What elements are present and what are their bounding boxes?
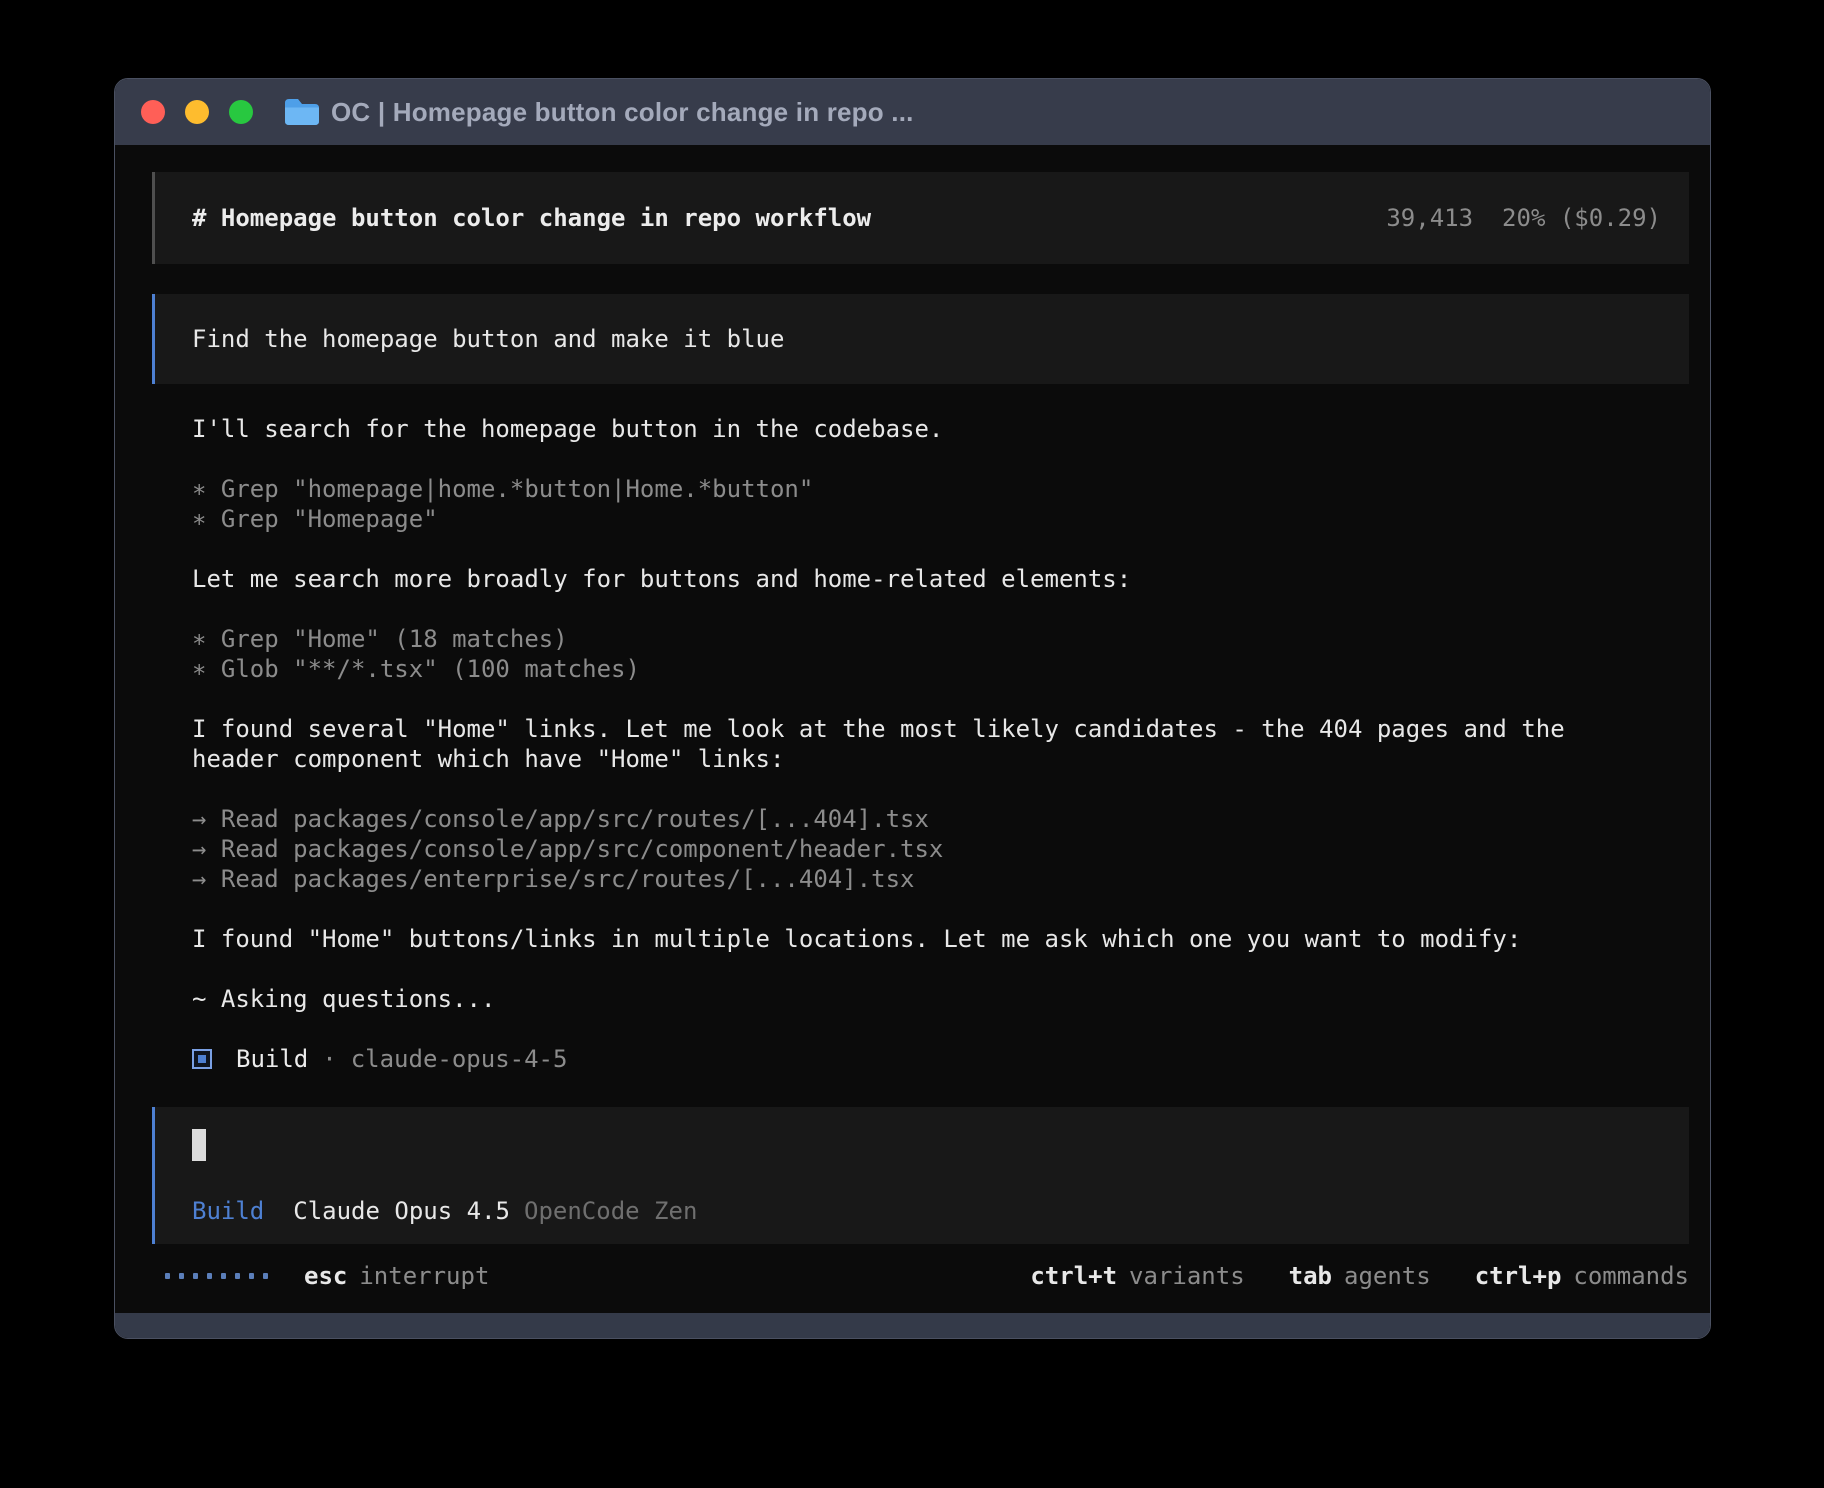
- terminal-window: OC | Homepage button color change in rep…: [114, 78, 1711, 1339]
- tool-call-grep: ∗ Grep "homepage|home.*button|Home.*butt…: [192, 474, 1689, 504]
- agent-status-row: Build · claude-opus-4-5: [192, 1044, 1689, 1074]
- tool-call-group: ∗ Grep "Home" (18 matches) ∗ Glob "**/*.…: [152, 624, 1689, 684]
- window-titlebar[interactable]: OC | Homepage button color change in rep…: [115, 79, 1710, 145]
- spinner-dot: [179, 1273, 184, 1279]
- window-bottom-edge: [115, 1313, 1710, 1338]
- tool-call-read: → Read packages/enterprise/src/routes/[.…: [192, 864, 1689, 894]
- ctrl-t-key: ctrl+t: [1030, 1261, 1117, 1291]
- context-cost: 20% ($0.29): [1502, 203, 1661, 233]
- tool-call-group: → Read packages/console/app/src/routes/[…: [152, 804, 1689, 894]
- agents-label: agents: [1344, 1261, 1431, 1291]
- input-provider-label: OpenCode Zen: [524, 1196, 697, 1226]
- session-title: # Homepage button color change in repo w…: [192, 203, 871, 233]
- assistant-text: header component which have "Home" links…: [192, 744, 1689, 774]
- status-right: ctrl+t variants tab agents ctrl+p comman…: [1030, 1261, 1689, 1291]
- status-left: esc interrupt: [165, 1261, 489, 1291]
- input-agent-label[interactable]: Build: [192, 1196, 264, 1226]
- tool-call-grep: ∗ Grep "Home" (18 matches): [192, 624, 1689, 654]
- esc-key-hint: esc: [304, 1261, 347, 1291]
- spinner-dot: [221, 1273, 226, 1279]
- spinner-dot: [207, 1273, 212, 1279]
- close-button[interactable]: [141, 100, 165, 124]
- tool-call-group: ∗ Grep "homepage|home.*button|Home.*butt…: [152, 474, 1689, 534]
- text-cursor: [192, 1129, 206, 1161]
- esc-key-label: interrupt: [359, 1261, 489, 1291]
- hint-commands: ctrl+p commands: [1475, 1261, 1689, 1291]
- assistant-text: I found several "Home" links. Let me loo…: [192, 714, 1689, 744]
- token-count: 39,413: [1386, 203, 1473, 233]
- tool-call-read: → Read packages/console/app/src/componen…: [192, 834, 1689, 864]
- working-status: ~ Asking questions...: [192, 984, 1689, 1014]
- hint-variants: ctrl+t variants: [1030, 1261, 1244, 1291]
- terminal-content[interactable]: # Homepage button color change in repo w…: [115, 145, 1710, 1313]
- user-message: Find the homepage button and make it blu…: [152, 294, 1689, 384]
- zoom-button[interactable]: [229, 100, 253, 124]
- input-model-label: Claude Opus 4.5: [293, 1196, 510, 1226]
- tab-key: tab: [1289, 1261, 1332, 1291]
- spinner-dot: [165, 1273, 170, 1279]
- variants-label: variants: [1129, 1261, 1245, 1291]
- build-agent-icon: [192, 1049, 212, 1069]
- spinner-dots: [165, 1273, 268, 1279]
- assistant-text: I'll search for the homepage button in t…: [192, 414, 1689, 444]
- spinner-dot: [263, 1273, 268, 1279]
- hint-agents: tab agents: [1289, 1261, 1431, 1291]
- prompt-input[interactable]: Build Claude Opus 4.5 OpenCode Zen: [152, 1107, 1689, 1244]
- tool-call-grep: ∗ Grep "Homepage": [192, 504, 1689, 534]
- spinner-dot: [193, 1273, 198, 1279]
- separator-dot: ·: [322, 1044, 336, 1074]
- folder-icon: [283, 97, 319, 127]
- input-meta: Build Claude Opus 4.5 OpenCode Zen: [192, 1196, 1652, 1226]
- spinner-dot: [235, 1273, 240, 1279]
- title-group: OC | Homepage button color change in rep…: [283, 97, 914, 128]
- user-message-text: Find the homepage button and make it blu…: [192, 324, 784, 354]
- traffic-lights: [141, 100, 253, 124]
- session-stats: 39,413 20% ($0.29): [1386, 203, 1661, 233]
- window-title: OC | Homepage button color change in rep…: [331, 97, 914, 128]
- minimize-button[interactable]: [185, 100, 209, 124]
- tool-call-glob: ∗ Glob "**/*.tsx" (100 matches): [192, 654, 1689, 684]
- spinner-dot: [249, 1273, 254, 1279]
- assistant-text: I found "Home" buttons/links in multiple…: [192, 924, 1689, 954]
- session-header: # Homepage button color change in repo w…: [152, 172, 1689, 264]
- ctrl-p-key: ctrl+p: [1475, 1261, 1562, 1291]
- tool-call-read: → Read packages/console/app/src/routes/[…: [192, 804, 1689, 834]
- assistant-text: Let me search more broadly for buttons a…: [192, 564, 1689, 594]
- status-bar: esc interrupt ctrl+t variants tab agents…: [152, 1262, 1689, 1290]
- agent-name: Build: [236, 1044, 308, 1074]
- model-name: claude-opus-4-5: [351, 1044, 568, 1074]
- commands-label: commands: [1573, 1261, 1689, 1291]
